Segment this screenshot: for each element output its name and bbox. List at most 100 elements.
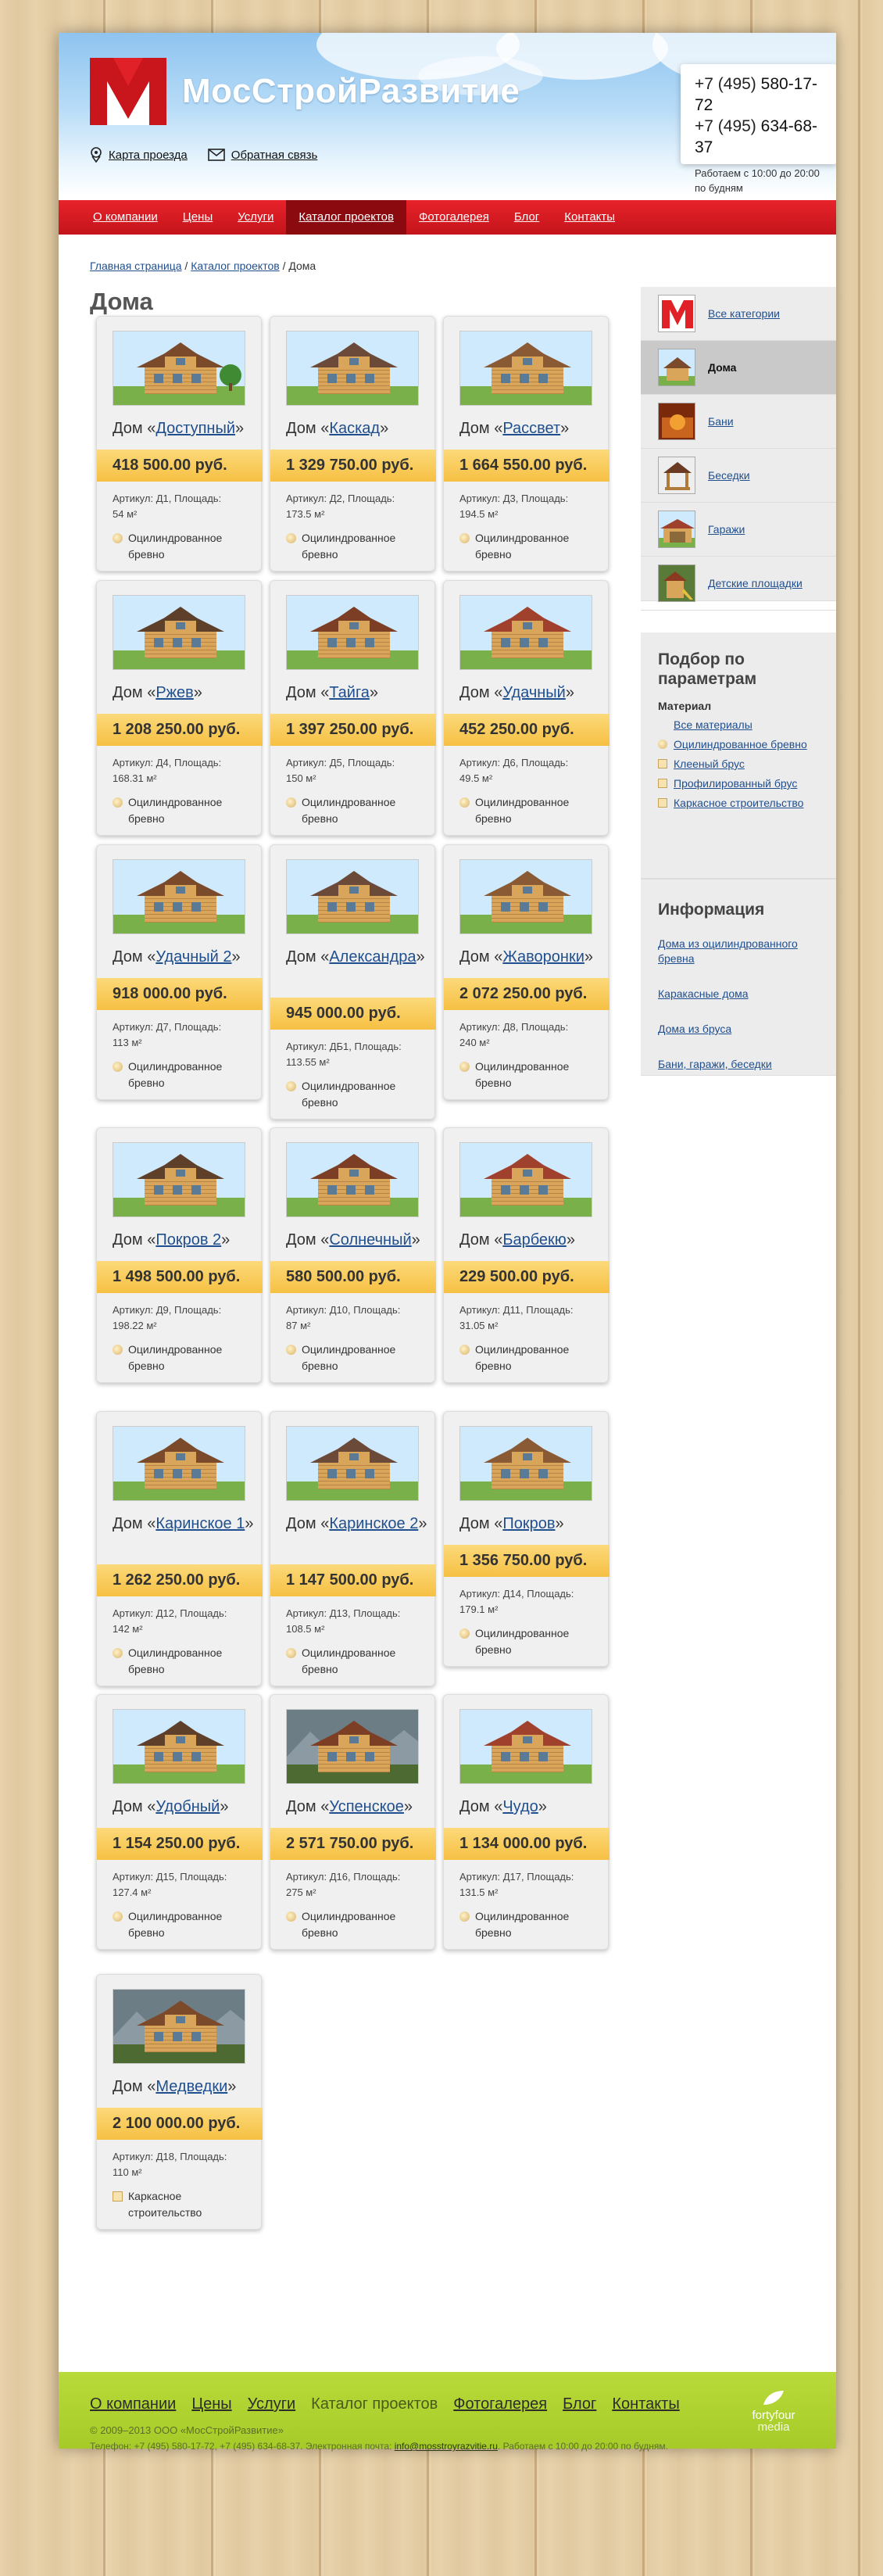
filter-material-2[interactable]: Клееный брус (658, 756, 819, 772)
product-thumbnail[interactable] (113, 331, 245, 406)
product-thumbnail[interactable] (459, 1709, 592, 1784)
breadcrumb-catalog[interactable]: Каталог проектов (191, 260, 279, 272)
product-card: Дом «Каскад» 1 329 750.00 руб. Артикул: … (270, 316, 436, 571)
sidebar-item-3[interactable]: Беседки (641, 449, 836, 503)
nav-item-0[interactable]: О компании (80, 200, 170, 235)
product-link[interactable]: Александра (329, 948, 416, 966)
product-link[interactable]: Покров (502, 1515, 555, 1532)
product-thumbnail[interactable] (286, 595, 419, 670)
product-link[interactable]: Медведки (156, 2078, 227, 2095)
garage-icon (658, 511, 695, 548)
house-icon (113, 331, 245, 405)
log-icon (286, 1648, 296, 1658)
product-link[interactable]: Барбекю (502, 1231, 566, 1249)
product-thumbnail[interactable] (113, 1142, 245, 1217)
breadcrumb-home[interactable]: Главная страница (90, 260, 182, 272)
sidebar-item-0[interactable]: Все категории (641, 287, 836, 341)
product-thumbnail[interactable] (113, 859, 245, 934)
product-meta: Артикул: Д9, Площадь: 198.22 м² (113, 1304, 222, 1331)
product-thumbnail[interactable] (459, 1426, 592, 1501)
footer-nav-item-5[interactable]: Блог (563, 2395, 596, 2413)
product-thumbnail[interactable] (286, 1709, 419, 1784)
info-link-2[interactable]: Дома из бруса (658, 1022, 819, 1037)
phone-2[interactable]: +7 (495) 634-68-37 (695, 116, 823, 158)
product-link[interactable]: Жаворонки (502, 948, 584, 966)
info-link-1[interactable]: Каракасные дома (658, 987, 819, 1001)
filter-material-4[interactable]: Каркасное строительство (658, 795, 819, 811)
filter-material-0[interactable]: Все материалы (658, 717, 819, 733)
footer-nav-item-1[interactable]: Цены (191, 2395, 231, 2413)
footer-email-link[interactable]: info@mosstroyrazvitie.ru (395, 2441, 498, 2452)
product-thumbnail[interactable] (286, 331, 419, 406)
product-link[interactable]: Тайга (329, 684, 370, 701)
product-link[interactable]: Каскад (329, 420, 380, 437)
info-panel: Информация Дома из оцилиндрованного брев… (641, 879, 836, 1076)
log-icon (286, 533, 296, 543)
nav-item-5[interactable]: Блог (502, 200, 552, 235)
filter-material-3[interactable]: Профилированный брус (658, 776, 819, 792)
nav-item-3[interactable]: Каталог проектов (286, 200, 406, 235)
product-thumbnail[interactable] (113, 595, 245, 670)
brand-name[interactable]: МосСтройРазвитие (182, 72, 520, 111)
product-meta: Артикул: Д15, Площадь: 127.4 м² (113, 1871, 227, 1898)
product-title: Дом «Рассвет» (459, 420, 570, 437)
sidebar-item-5[interactable]: Детские площадки (641, 557, 836, 611)
house-icon (113, 1143, 245, 1216)
house-icon (287, 1710, 418, 1783)
product-meta: Артикул: Д4, Площадь: 168.31 м² (113, 757, 222, 784)
product-link[interactable]: Солнечный (329, 1231, 411, 1249)
product-price: 945 000.00 руб. (270, 998, 436, 1030)
product-thumbnail[interactable] (286, 859, 419, 934)
info-link-0[interactable]: Дома из оцилиндрованного бревна (658, 937, 819, 966)
product-thumbnail[interactable] (459, 331, 592, 406)
product-price: 1 397 250.00 руб. (270, 714, 436, 746)
sidebar-item-2[interactable]: Бани (641, 395, 836, 449)
filter-material-1[interactable]: Оцилиндрованное бревно (658, 736, 819, 753)
product-thumbnail[interactable] (459, 859, 592, 934)
nav-item-1[interactable]: Цены (170, 200, 226, 235)
product-material: Оцилиндрованное бревно (459, 794, 600, 827)
nav-item-2[interactable]: Услуги (225, 200, 286, 235)
footer-nav-item-0[interactable]: О компании (90, 2395, 176, 2413)
log-icon (658, 740, 667, 749)
product-link[interactable]: Удачный (502, 684, 566, 701)
product-thumbnail[interactable] (113, 1426, 245, 1501)
product-link[interactable]: Ржев (156, 684, 193, 701)
sauna-icon (658, 403, 695, 440)
product-thumbnail[interactable] (459, 1142, 592, 1217)
sidebar-item-1[interactable]: Дома (641, 341, 836, 395)
phone-1[interactable]: +7 (495) 580-17-72 (695, 73, 823, 116)
product-title: Дом «Жаворонки» (459, 948, 594, 966)
product-thumbnail[interactable] (113, 1709, 245, 1784)
house-icon (460, 1427, 592, 1500)
sidebar-item-4[interactable]: Гаражи (641, 503, 836, 557)
product-link[interactable]: Доступный (156, 420, 235, 437)
product-thumbnail[interactable] (286, 1142, 419, 1217)
product-link[interactable]: Удачный 2 (156, 948, 231, 966)
footer-nav-item-2[interactable]: Услуги (248, 2395, 296, 2413)
footer-nav-item-6[interactable]: Контакты (612, 2395, 679, 2413)
log-icon (459, 1628, 470, 1639)
nav-item-6[interactable]: Контакты (552, 200, 627, 235)
product-link[interactable]: Покров 2 (156, 1231, 221, 1249)
feedback-link[interactable]: Обратная связь (207, 147, 317, 163)
product-link[interactable]: Каринское 1 (156, 1515, 245, 1532)
product-thumbnail[interactable] (113, 1989, 245, 2064)
product-link[interactable]: Чудо (502, 1798, 538, 1815)
house-icon (113, 1427, 245, 1500)
product-link[interactable]: Удобный (156, 1798, 220, 1815)
info-link-3[interactable]: Бани, гаражи, беседки (658, 1057, 819, 1072)
product-link[interactable]: Рассвет (502, 420, 560, 437)
product-link[interactable]: Каринское 2 (329, 1515, 418, 1532)
product-material: Оцилиндрованное бревно (459, 1059, 600, 1091)
studio-logo[interactable]: fortyfour media (742, 2389, 805, 2436)
product-link[interactable]: Успенское (329, 1798, 404, 1815)
product-thumbnail[interactable] (459, 595, 592, 670)
footer-nav-item-3[interactable]: Каталог проектов (311, 2395, 438, 2413)
nav-item-4[interactable]: Фотогалерея (406, 200, 502, 235)
product-thumbnail[interactable] (286, 1426, 419, 1501)
logo-icon[interactable] (90, 58, 166, 125)
footer-nav-item-4[interactable]: Фотогалерея (453, 2395, 547, 2413)
info-title: Информация (658, 901, 765, 919)
map-link[interactable]: Карта проезда (90, 147, 188, 163)
